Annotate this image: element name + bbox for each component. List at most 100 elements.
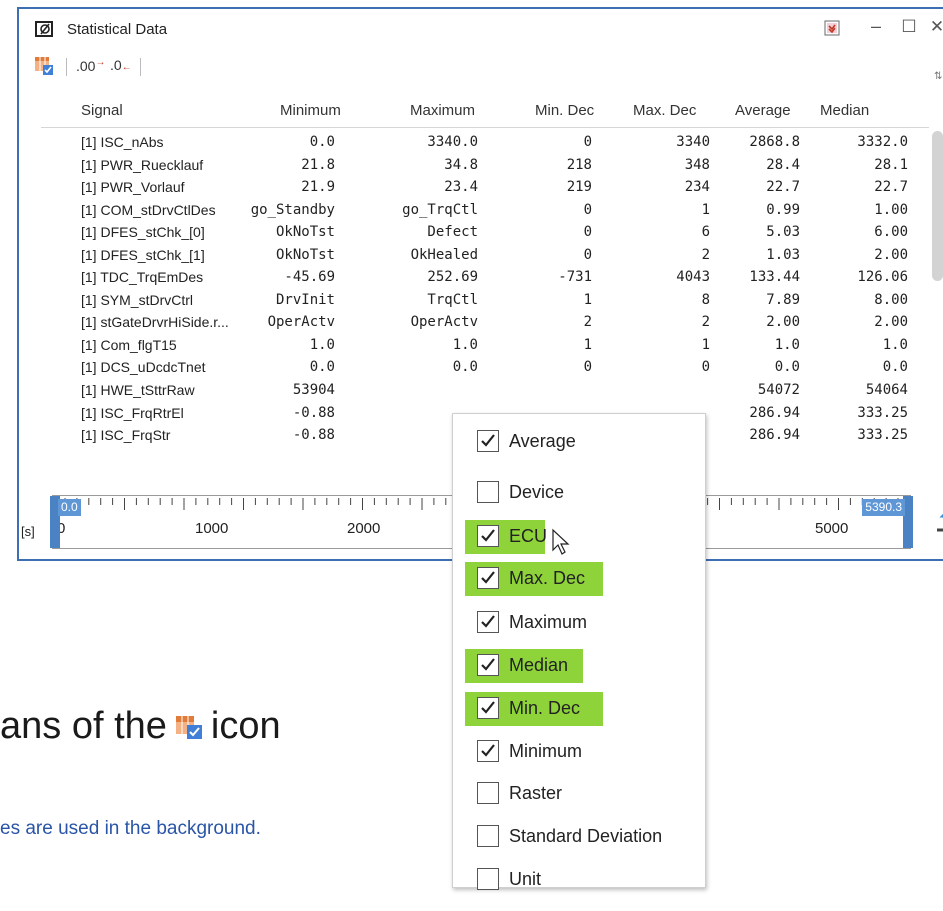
menu-item-standard-deviation[interactable]: Standard Deviation <box>469 820 697 854</box>
column-header-min-dec[interactable]: Min. Dec <box>535 102 594 119</box>
table-row[interactable]: [1] PWR_Vorlauf 21.9 23.4 219 234 22.7 22.7 <box>19 176 929 199</box>
menu-checkbox[interactable] <box>477 868 499 890</box>
cell-min-dec: 0 <box>583 359 592 376</box>
title-bar[interactable]: Statistical Data – ☐ ✕ <box>19 9 943 46</box>
table-row[interactable]: [1] DFES_stChk_[0] OkNoTst Defect 0 6 5.03 6.0… <box>19 221 929 244</box>
mouse-cursor-icon <box>551 528 571 556</box>
cell-signal: [1] COM_stDrvCtlDes <box>81 201 216 218</box>
cell-signal: [1] TDC_TrqEmDes <box>81 269 204 286</box>
cell-minimum: 1.0 <box>309 336 335 353</box>
menu-checkbox[interactable] <box>477 567 499 589</box>
scrollbar-thumb[interactable] <box>932 131 943 281</box>
table-row[interactable]: [1] DCS_uDcdcTnet 0.0 0.0 0 0 0.0 0.0 <box>19 356 929 379</box>
close-button[interactable]: ✕ <box>925 15 943 39</box>
cell-minimum: -0.88 <box>292 427 335 444</box>
column-header-max-dec[interactable]: Max. Dec <box>633 102 696 119</box>
menu-item-max-dec[interactable]: Max. Dec <box>465 562 603 596</box>
arrow-right-icon: → <box>95 57 106 68</box>
overflow-icon[interactable]: ⇅ <box>934 71 942 82</box>
header-divider <box>41 127 929 128</box>
table-row[interactable]: [1] TDC_TrqEmDes -45.69 252.69 -731 4043 133.… <box>19 266 929 289</box>
cell-average: 2.00 <box>766 314 800 331</box>
cell-max-dec: 2 <box>701 314 710 331</box>
sync-arrows-icon[interactable] <box>935 506 943 546</box>
menu-checkbox[interactable] <box>477 430 499 452</box>
menu-item-maximum[interactable]: Maximum <box>469 606 611 640</box>
table-row[interactable]: [1] COM_stDrvCtlDes go_Standby go_TrqCtl 0 1… <box>19 199 929 222</box>
column-chooser-button[interactable] <box>34 56 54 76</box>
menu-item-min-dec[interactable]: Min. Dec <box>465 692 603 726</box>
menu-item-label: Raster <box>509 783 563 803</box>
menu-item-raster[interactable]: Raster <box>469 777 611 811</box>
range-start-value: 0.0 <box>58 499 81 516</box>
diameter-icon <box>35 21 53 37</box>
column-header-signal[interactable]: Signal <box>81 102 123 119</box>
toolbar: .00→ .0← ⇅ <box>19 49 943 83</box>
timeline-tick-label: 1000 <box>195 520 229 537</box>
minimize-button[interactable]: – <box>864 15 888 39</box>
cell-average: 133.44 <box>749 269 800 286</box>
cell-signal: [1] stGateDrvrHiSide.r... <box>81 314 229 331</box>
vertical-scrollbar[interactable] <box>930 125 943 489</box>
cell-maximum: 23.4 <box>444 179 478 196</box>
cell-min-dec: -731 <box>558 269 592 286</box>
cell-max-dec: 4043 <box>676 269 710 286</box>
decrease-decimals-button[interactable]: .0← <box>110 57 132 73</box>
menu-item-device[interactable]: Device <box>469 476 601 510</box>
table-row[interactable]: [1] ISC_nAbs 0.0 3340.0 0 3340 2868.8 3332.0 <box>19 131 929 154</box>
menu-checkbox[interactable] <box>477 697 499 719</box>
cell-minimum: 21.8 <box>301 156 335 173</box>
increase-decimals-button[interactable]: .00→ <box>76 57 105 74</box>
cell-maximum: 34.8 <box>444 156 478 173</box>
cell-median: 2.00 <box>874 246 908 263</box>
table-row[interactable]: [1] DFES_stChk_[1] OkNoTst OkHealed 0 2 1.03 2… <box>19 244 929 267</box>
menu-item-minimum[interactable]: Minimum <box>469 735 611 769</box>
table-row[interactable]: [1] HWE_tSttrRaw 53904 54072 54064 <box>19 379 929 402</box>
column-header-median[interactable]: Median <box>820 102 869 119</box>
timeline-tick-label: 5000 <box>815 520 849 537</box>
cell-minimum: OkNoTst <box>275 246 335 263</box>
cell-min-dec: 2 <box>583 314 592 331</box>
cell-median: 1.00 <box>874 201 908 218</box>
cell-min-dec: 0 <box>583 134 592 150</box>
cell-max-dec: 8 <box>701 291 710 308</box>
menu-item-ecu[interactable]: ECU <box>465 520 547 554</box>
menu-item-label: Unit <box>509 869 542 889</box>
timeline-unit: [s] <box>21 524 35 539</box>
cell-max-dec: 2 <box>701 246 710 263</box>
cell-median: 333.25 <box>857 404 908 421</box>
cell-median: 2.00 <box>874 314 908 331</box>
cell-minimum: 53904 <box>292 382 335 399</box>
table-row[interactable]: [1] PWR_Ruecklauf 21.8 34.8 218 348 28.4 28.1 <box>19 154 929 177</box>
menu-item-unit[interactable]: Unit <box>469 863 611 897</box>
cell-maximum: 252.69 <box>427 269 478 286</box>
menu-checkbox[interactable] <box>477 782 499 804</box>
table-row[interactable]: [1] stGateDrvrHiSide.r... OperActv OperAct… <box>19 311 929 334</box>
cell-max-dec: 348 <box>684 156 710 173</box>
cell-average: 2868.8 <box>749 134 800 150</box>
menu-item-average[interactable]: Average <box>469 425 601 459</box>
maximize-button[interactable]: ☐ <box>897 15 921 39</box>
table-body: [1] ISC_nAbs 0.0 3340.0 0 3340 2868.8 3332.0 [1… <box>19 131 929 447</box>
menu-checkbox[interactable] <box>477 825 499 847</box>
cell-maximum: 3340.0 <box>427 134 478 150</box>
menu-checkbox[interactable] <box>477 525 499 547</box>
table-row[interactable]: [1] Com_flgT15 1.0 1.0 1 1 1.0 1.0 <box>19 334 929 357</box>
cell-minimum: 21.9 <box>301 179 335 196</box>
column-header-minimum[interactable]: Minimum <box>280 102 341 119</box>
cell-min-dec: 218 <box>566 156 592 173</box>
menu-checkbox[interactable] <box>477 611 499 633</box>
cell-signal: [1] HWE_tSttrRaw <box>81 382 195 399</box>
column-header-maximum[interactable]: Maximum <box>410 102 475 119</box>
cell-signal: [1] SYM_stDrvCtrl <box>81 291 194 308</box>
cell-min-dec: 1 <box>583 291 592 308</box>
menu-checkbox[interactable] <box>477 481 499 503</box>
column-chooser-icon <box>175 707 203 739</box>
menu-checkbox[interactable] <box>477 654 499 676</box>
column-header-average[interactable]: Average <box>735 102 791 119</box>
table-row[interactable]: [1] SYM_stDrvCtrl DrvInit TrqCtl 1 8 7.89 8.00 <box>19 289 929 312</box>
pin-icon[interactable] <box>824 20 840 36</box>
menu-checkbox[interactable] <box>477 740 499 762</box>
cell-maximum: TrqCtl <box>427 291 478 308</box>
menu-item-median[interactable]: Median <box>465 649 583 683</box>
